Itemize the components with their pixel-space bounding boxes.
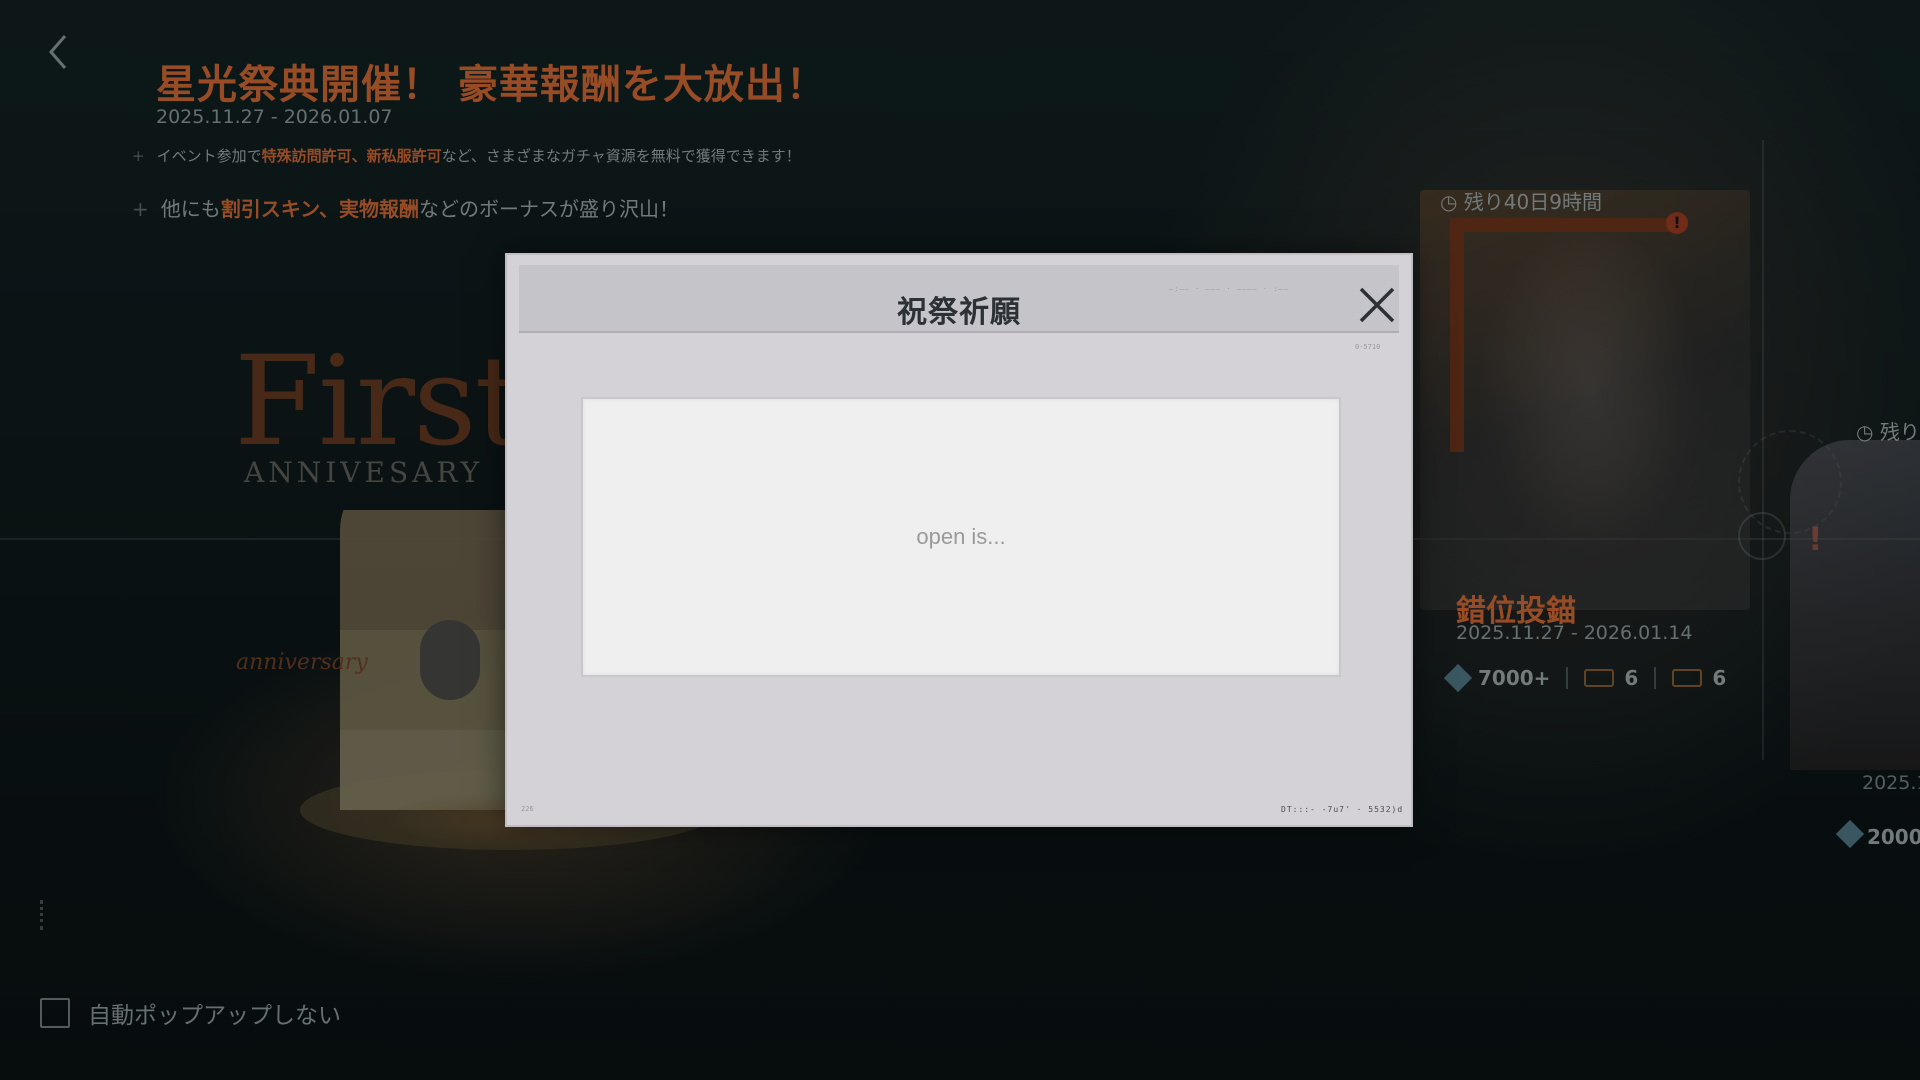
wish-dialog: 祝祭祈願 —:—— · ——— · ———— · :—— 0-5710 open… bbox=[505, 253, 1413, 827]
header-decoration: —:—— · ——— · ———— · :—— bbox=[1169, 285, 1289, 293]
footer-code: DT:::- -7u7' · 5532)d bbox=[1281, 805, 1404, 814]
dialog-content: open is... bbox=[581, 397, 1341, 677]
close-button[interactable] bbox=[1355, 283, 1399, 327]
footer-code-left: 226 bbox=[521, 805, 534, 813]
loading-status: open is... bbox=[916, 524, 1006, 549]
dialog-title: 祝祭祈願 bbox=[897, 295, 1021, 330]
close-icon bbox=[1359, 287, 1395, 323]
corner-code: 0-5710 bbox=[1355, 343, 1381, 351]
dialog-header: 祝祭祈願 —:—— · ——— · ———— · :—— bbox=[519, 265, 1399, 333]
